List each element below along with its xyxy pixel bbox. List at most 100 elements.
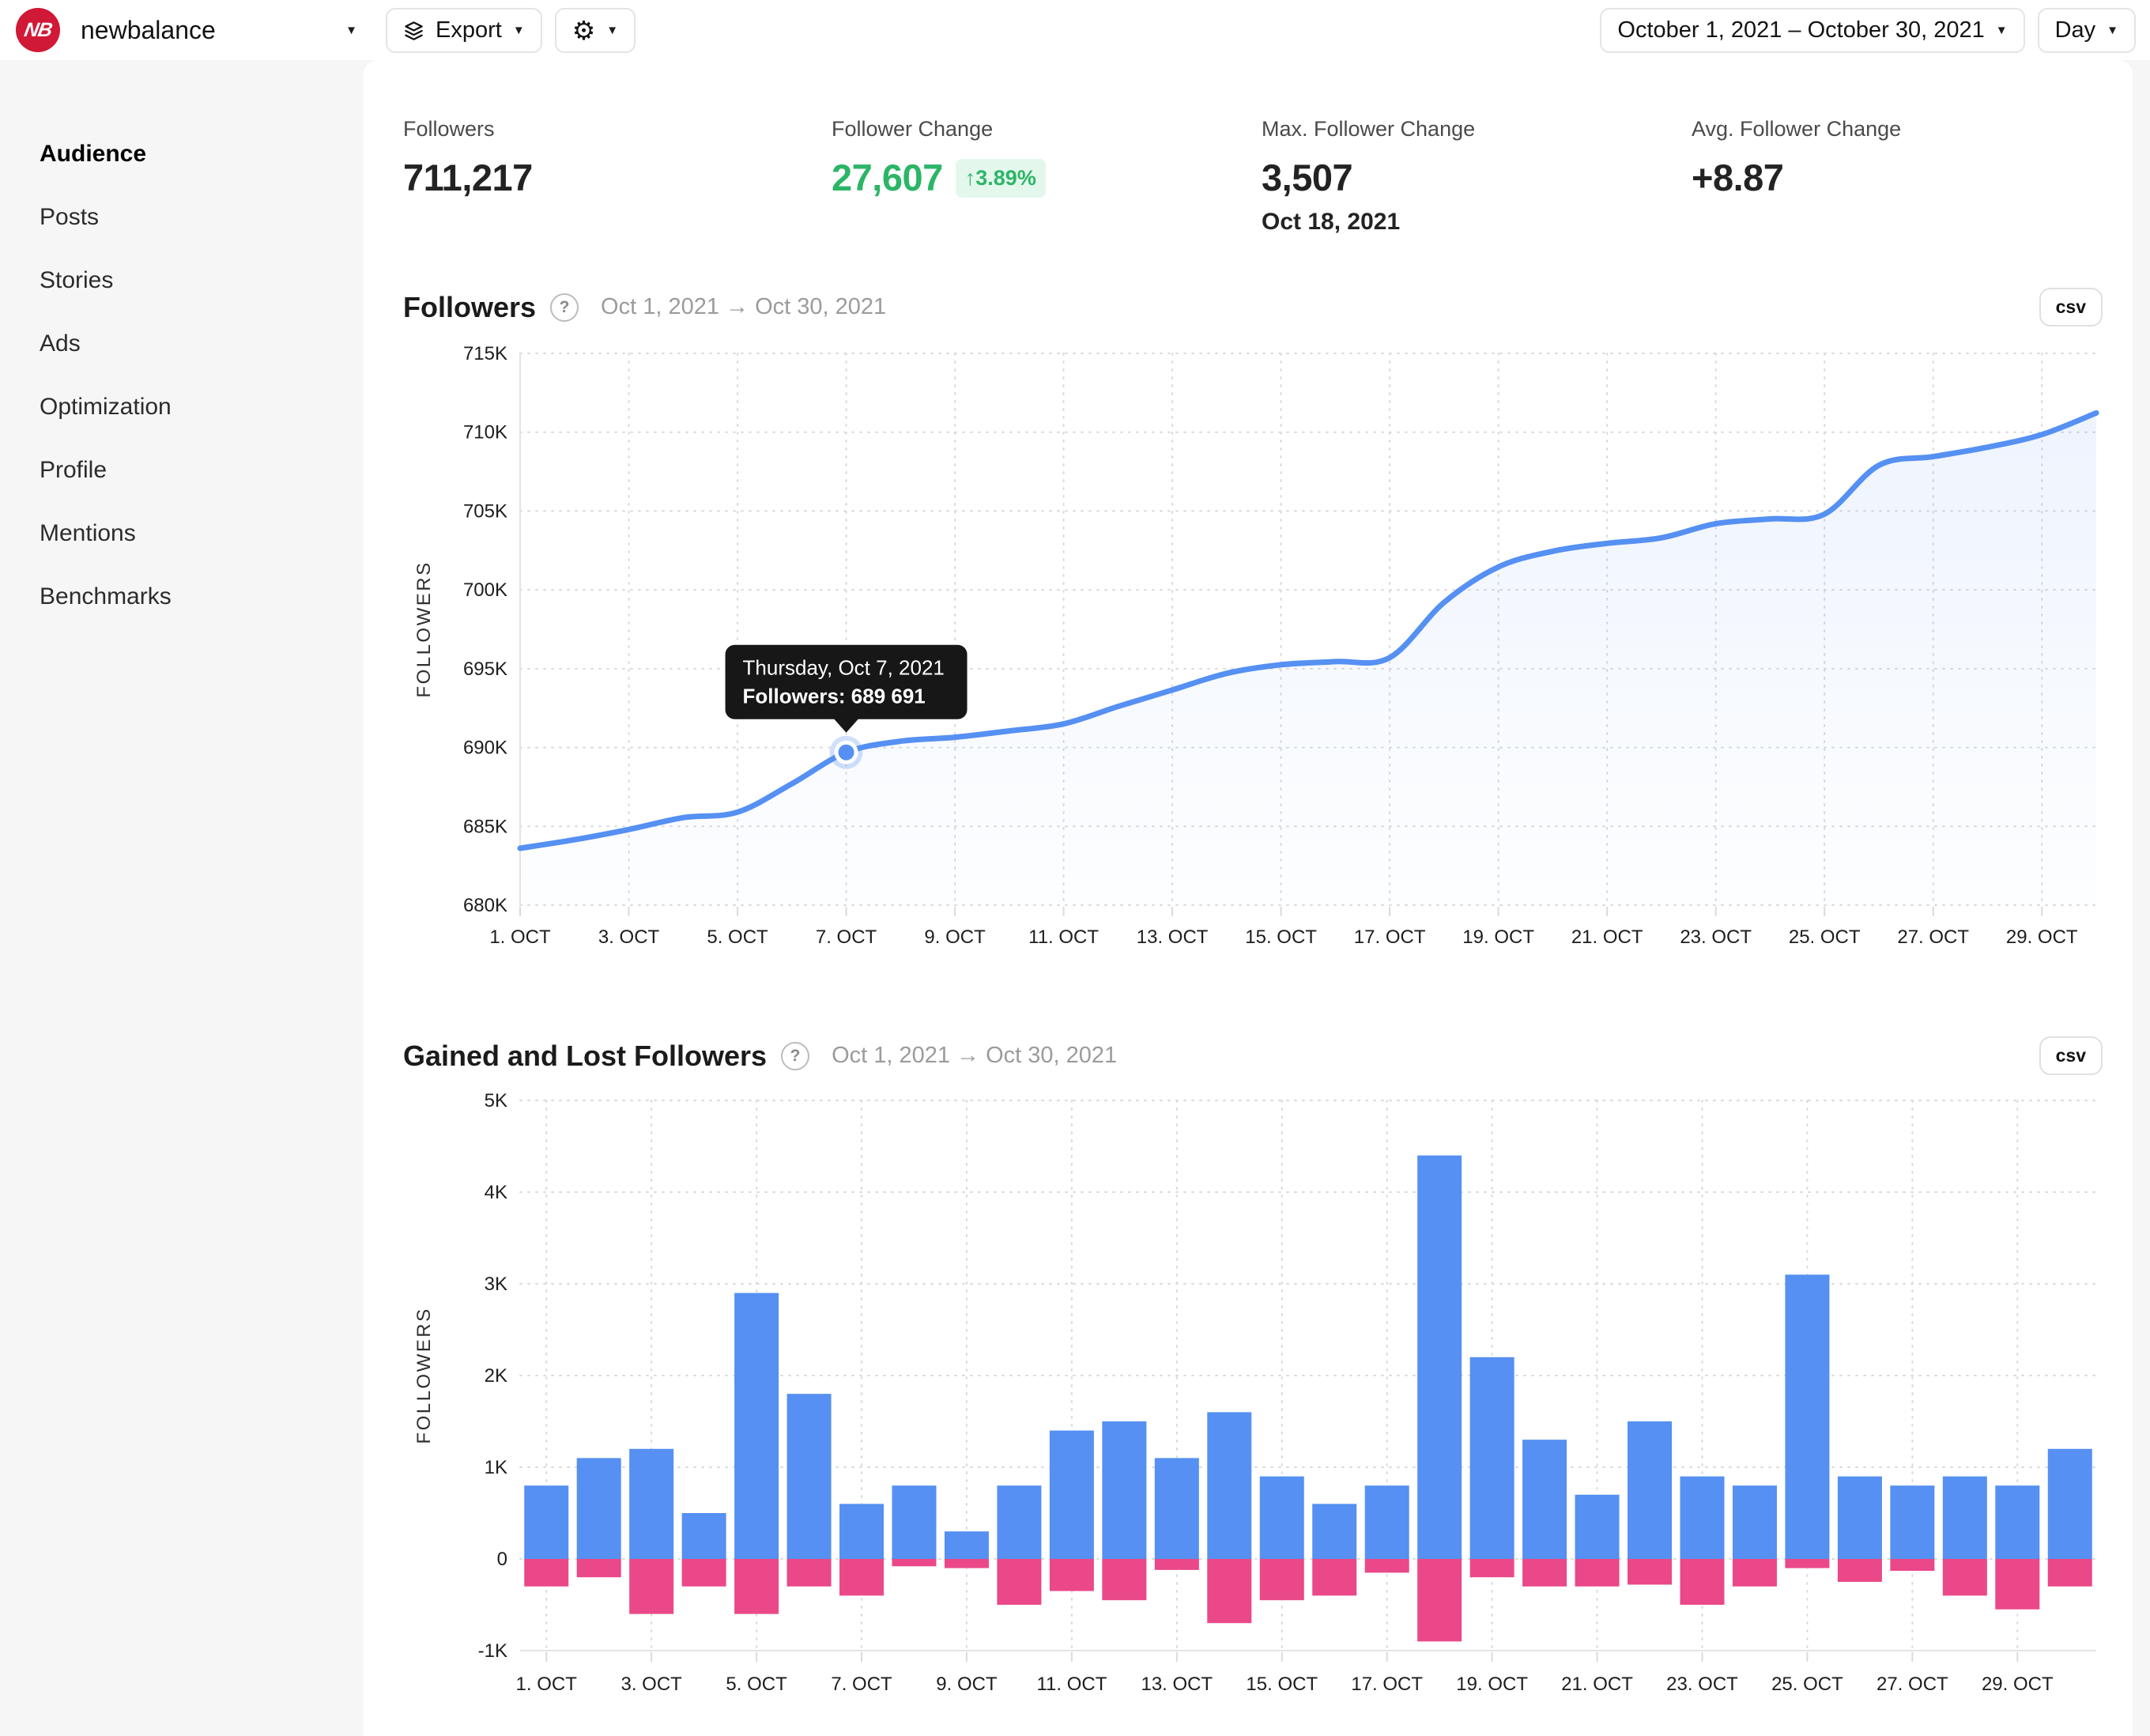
gained-bar[interactable] [1364,1485,1409,1559]
svg-text:710K: 710K [463,422,507,443]
change-badge: ↑3.89% [955,159,1046,198]
gained-bar[interactable] [1469,1357,1514,1559]
lost-bar[interactable] [839,1559,885,1596]
gained-bar[interactable] [576,1458,621,1559]
gained-bar[interactable] [1942,1476,1987,1559]
gained-bar[interactable] [524,1485,569,1559]
gained-bar[interactable] [1417,1155,1462,1559]
sidebar-item-optimization[interactable]: Optimization [0,376,364,439]
lost-bar[interactable] [2047,1559,2092,1587]
lost-bar[interactable] [1364,1559,1409,1573]
lost-bar[interactable] [1942,1559,1987,1596]
gained-bar[interactable] [1837,1476,1882,1559]
svg-text:19. OCT: 19. OCT [1462,926,1534,948]
svg-text:7. OCT: 7. OCT [831,1674,892,1695]
lost-bar[interactable] [1575,1559,1620,1587]
svg-text:17. OCT: 17. OCT [1354,926,1426,948]
lost-bar[interactable] [1785,1559,1830,1568]
lost-bar[interactable] [1890,1559,1935,1572]
help-icon[interactable]: ? [550,292,579,322]
gained-bar[interactable] [1732,1485,1777,1559]
lost-bar[interactable] [1049,1559,1094,1591]
chevron-down-icon: ▼ [2107,23,2118,37]
gained-bar[interactable] [1312,1504,1357,1559]
gained-bar[interactable] [1680,1476,1725,1559]
lost-bar[interactable] [892,1559,937,1567]
settings-button[interactable]: ⚙ ▼ [554,7,636,53]
granularity-button[interactable]: Day ▼ [2037,7,2136,53]
gained-bar[interactable] [839,1504,885,1559]
gained-bar[interactable] [1154,1458,1199,1559]
lost-bar[interactable] [1837,1559,1882,1582]
gained-bar[interactable] [944,1531,989,1559]
lost-bar[interactable] [786,1559,832,1587]
date-range-label: October 1, 2021 – October 30, 2021 [1617,17,1985,43]
svg-text:9. OCT: 9. OCT [924,926,986,948]
csv-export-button[interactable]: csv [2039,288,2103,326]
gained-bar[interactable] [2047,1448,2092,1559]
svg-text:25. OCT: 25. OCT [1789,926,1861,948]
lost-bar[interactable] [1102,1559,1147,1601]
gained-bar[interactable] [629,1448,674,1559]
sidebar-item-benchmarks[interactable]: Benchmarks [0,565,364,628]
gained-bar[interactable] [997,1485,1042,1559]
svg-text:13. OCT: 13. OCT [1141,1674,1213,1695]
gained-bar[interactable] [786,1394,832,1559]
lost-bar[interactable] [1207,1559,1252,1624]
export-button[interactable]: Export ▼ [386,7,542,53]
lost-bar[interactable] [734,1559,779,1614]
gained-bar[interactable] [681,1513,726,1559]
lost-bar[interactable] [1628,1559,1673,1585]
csv-export-button[interactable]: csv [2039,1036,2103,1075]
gained-bar[interactable] [1522,1440,1567,1559]
lost-bar[interactable] [1469,1559,1514,1578]
gained-bar[interactable] [1995,1485,2040,1559]
sidebar-item-profile[interactable]: Profile [0,439,364,502]
sidebar-item-posts[interactable]: Posts [0,186,364,249]
lost-bar[interactable] [629,1559,674,1614]
lost-bar[interactable] [1417,1559,1462,1642]
gained-bar[interactable] [734,1293,779,1559]
followers-section-header: Followers ? Oct 1, 2021 → Oct 30, 2021 c… [403,288,2103,326]
lost-bar[interactable] [524,1559,569,1587]
gained-bar[interactable] [1049,1430,1094,1559]
lost-bar[interactable] [1312,1559,1357,1596]
sidebar-item-ads[interactable]: Ads [0,312,364,376]
svg-text:1. OCT: 1. OCT [489,926,551,948]
lost-bar[interactable] [944,1559,989,1568]
sidebar-item-stories[interactable]: Stories [0,249,364,312]
lost-bar[interactable] [576,1559,621,1578]
gained-bar[interactable] [1102,1421,1147,1559]
sidebar-item-audience[interactable]: Audience [0,123,364,186]
lost-bar[interactable] [1259,1559,1304,1601]
date-range-button[interactable]: October 1, 2021 – October 30, 2021 ▼ [1600,7,2025,53]
gained-bar[interactable] [1259,1476,1304,1559]
lost-bar[interactable] [681,1559,726,1587]
help-icon[interactable]: ? [781,1041,810,1070]
lost-bar[interactable] [1680,1559,1725,1605]
lost-bar[interactable] [1522,1559,1567,1587]
svg-text:3K: 3K [485,1274,507,1295]
gained-bar[interactable] [1575,1494,1620,1559]
sidebar-item-mentions[interactable]: Mentions [0,502,364,565]
x-axis-labels: 1. OCT 3. OCT 5. OCT 7. OCT 9. OCT 11. OCT 13.… [489,926,2078,948]
lost-bar[interactable] [1995,1559,2040,1610]
gained-bar[interactable] [892,1485,937,1559]
lost-bar[interactable] [1732,1559,1777,1587]
stat-max-follower-change: Max. Follower Change 3,507 Oct 18, 2021 [1262,117,1692,236]
followers-line-chart[interactable]: 680K 685K 690K 695K 700K 705K 710K 715K 1. OCT 3.… [403,338,2103,970]
gained-bar[interactable] [1207,1412,1252,1559]
gained-bar[interactable] [1785,1274,1830,1559]
data-point-marker[interactable] [829,735,863,769]
stat-label: Avg. Follower Change [1692,117,1902,141]
layers-icon [405,21,423,40]
lost-bar[interactable] [997,1559,1042,1605]
gained-lost-bar-chart[interactable]: -1K 0 1K 2K 3K 4K 5K 1. OCT 3. OCT 5. OCT 7. OCT 9.… [403,1086,2103,1699]
gained-bar[interactable] [1890,1485,1935,1559]
gained-bar[interactable] [1628,1421,1673,1559]
stat-value: 27,607 [832,157,943,198]
account-selector[interactable]: NB newbalance ▼ [16,8,357,52]
lost-bar[interactable] [1154,1559,1199,1570]
svg-text:23. OCT: 23. OCT [1680,926,1752,948]
stat-value: 3,507 [1262,157,1353,198]
